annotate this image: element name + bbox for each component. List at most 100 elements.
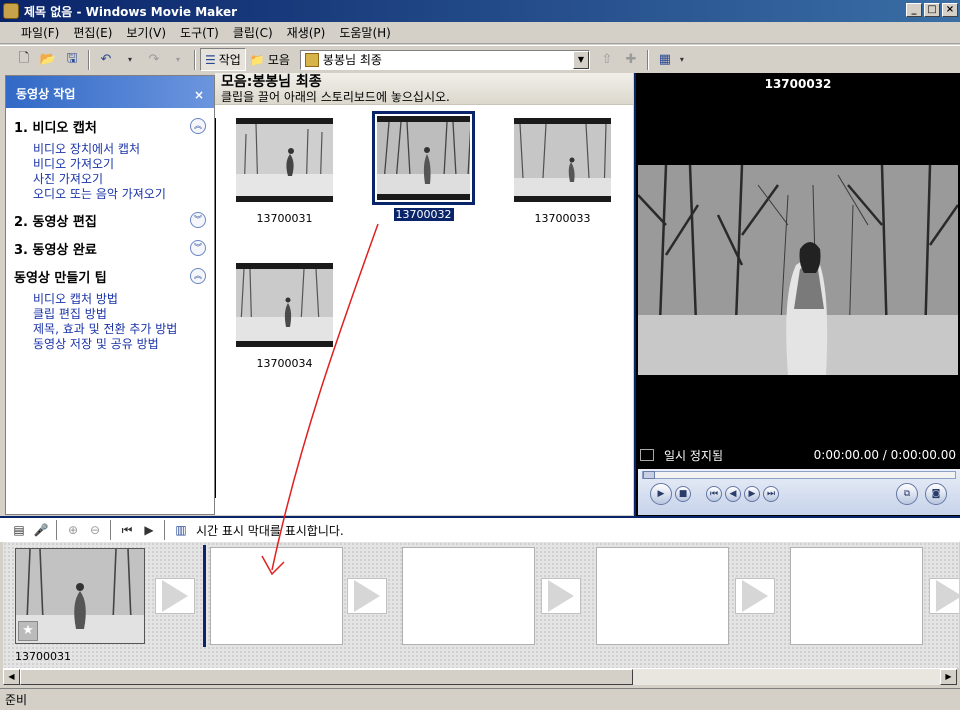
clip-item[interactable]: 13700034 xyxy=(236,263,333,370)
close-button[interactable]: × xyxy=(942,3,958,17)
task-link[interactable]: 클립 편집 방법 xyxy=(33,307,214,322)
stop-icon[interactable]: ■ xyxy=(675,486,691,502)
collection-select[interactable]: 봉봉님 최종 ▼ xyxy=(299,49,590,70)
fast-forward-icon[interactable]: ▶ xyxy=(744,486,760,502)
task-link[interactable]: 제목, 효과 및 전환 추가 방법 xyxy=(33,322,214,337)
empty-clip-slot[interactable] xyxy=(596,547,729,645)
collection-folder-icon xyxy=(304,52,319,67)
close-icon[interactable]: × xyxy=(194,88,204,102)
redo-icon[interactable]: ↷ xyxy=(145,51,163,69)
selection-frame xyxy=(372,111,475,205)
seek-bar[interactable] xyxy=(642,471,956,479)
collections-toggle-label: 모음 xyxy=(267,53,290,67)
chevron-down-icon[interactable]: ︾ xyxy=(190,240,206,256)
chevron-up-icon[interactable]: ︽ xyxy=(190,118,206,134)
scroll-right-icon[interactable]: ▶ xyxy=(940,669,957,685)
scroll-left-icon[interactable]: ◀ xyxy=(3,669,20,685)
toolbar-separator xyxy=(110,520,112,540)
redo-dropdown-icon[interactable]: ▾ xyxy=(169,51,187,69)
menu-file[interactable]: 파일(F) xyxy=(14,22,66,43)
task-section-capture[interactable]: 1. 비디오 캡처 ︽ xyxy=(6,112,214,140)
take-picture-icon[interactable]: ◙ xyxy=(925,483,947,505)
new-folder-icon[interactable]: ✚ xyxy=(622,51,640,69)
task-section-edit[interactable]: 2. 동영상 편집 ︾ xyxy=(6,206,214,234)
clip-item-selected[interactable]: 13700032 xyxy=(372,111,475,221)
task-link[interactable]: 비디오 캡처 방법 xyxy=(33,292,214,307)
save-project-icon[interactable]: 🖫 xyxy=(63,51,81,69)
transition-slot[interactable] xyxy=(541,578,581,614)
clip-item[interactable]: 13700033 xyxy=(514,118,611,225)
transition-slot[interactable] xyxy=(155,578,195,614)
collection-pane: 모음:봉봉님 최종 클립을 끌어 아래의 스토리보드에 놓으십시오. 13700… xyxy=(215,73,633,515)
toolbar-separator xyxy=(646,49,649,70)
clip-item[interactable]: 13700031 xyxy=(236,118,333,225)
collection-title: 모음:봉봉님 최종 xyxy=(221,74,322,90)
clip-thumbnail xyxy=(236,263,333,347)
views-dropdown-icon[interactable]: ▾ xyxy=(673,51,691,69)
insertion-cursor xyxy=(203,545,206,647)
task-link[interactable]: 사진 가져오기 xyxy=(33,172,214,187)
menu-clip[interactable]: 클립(C) xyxy=(226,22,280,43)
monitor-title: 13700032 xyxy=(764,77,832,91)
next-frame-icon[interactable]: ⏭ xyxy=(763,486,779,502)
menu-help[interactable]: 도움말(H) xyxy=(332,22,398,43)
preview-monitor: 13700032 일시 정지됨 0:00:00.00 / 0:00:00.00 … xyxy=(634,73,960,516)
zoom-in-icon[interactable]: ⊕ xyxy=(65,522,81,538)
minimize-button[interactable]: _ xyxy=(906,3,922,17)
zoom-out-icon[interactable]: ⊖ xyxy=(87,522,103,538)
undo-dropdown-icon[interactable]: ▾ xyxy=(121,51,139,69)
up-level-icon[interactable]: ⇧ xyxy=(598,51,616,69)
menu-bar: 파일(F) 편집(E) 보기(V) 도구(T) 클립(C) 재생(P) 도움말(… xyxy=(0,22,960,44)
maximize-button[interactable]: □ xyxy=(924,3,940,17)
toolbar-separator xyxy=(194,49,196,70)
task-link[interactable]: 오디오 또는 음악 가져오기 xyxy=(33,187,214,202)
effect-star-icon[interactable]: ★ xyxy=(18,621,38,641)
transition-slot[interactable] xyxy=(929,578,959,614)
rewind-storyboard-icon[interactable]: ⏮ xyxy=(119,522,135,538)
rewind-icon[interactable]: ◀ xyxy=(725,486,741,502)
chevron-up-icon[interactable]: ︽ xyxy=(190,268,206,284)
menu-tools[interactable]: 도구(T) xyxy=(173,22,226,43)
chevron-down-icon[interactable]: ▼ xyxy=(572,50,589,69)
empty-clip-slot[interactable] xyxy=(790,547,923,645)
transition-slot[interactable] xyxy=(735,578,775,614)
open-project-icon[interactable]: 📂 xyxy=(39,51,57,69)
views-icon[interactable]: ▦ xyxy=(656,51,674,69)
show-timeline-icon[interactable]: ▥ xyxy=(173,522,189,538)
chevron-down-icon[interactable]: ︾ xyxy=(190,212,206,228)
movie-tasks-pane: 동영상 작업 × 1. 비디오 캡처 ︽ 비디오 장치에서 캡처 비디오 가져오… xyxy=(5,75,215,515)
task-section-tips[interactable]: 동영상 만들기 팁 ︽ xyxy=(6,262,214,290)
scrollbar-thumb[interactable] xyxy=(20,669,633,685)
task-link[interactable]: 비디오 가져오기 xyxy=(33,157,214,172)
transition-slot[interactable] xyxy=(347,578,387,614)
task-links-tips: 비디오 캡처 방법 클립 편집 방법 제목, 효과 및 전환 추가 방법 동영상… xyxy=(6,290,214,356)
tasks-toggle-button[interactable]: ☰ 작업 xyxy=(200,48,246,71)
clip-thumbnail xyxy=(514,118,611,202)
new-project-icon[interactable]: 🗋 xyxy=(15,51,33,69)
task-links-capture: 비디오 장치에서 캡처 비디오 가져오기 사진 가져오기 오디오 또는 음악 가… xyxy=(6,140,214,206)
menu-play[interactable]: 재생(P) xyxy=(280,22,333,43)
empty-clip-slot[interactable] xyxy=(210,547,343,645)
task-section-finish[interactable]: 3. 동영상 완료 ︾ xyxy=(6,234,214,262)
narrate-icon[interactable]: ▤ xyxy=(11,522,27,538)
play-icon[interactable]: ▶ xyxy=(650,483,672,505)
collections-toggle-button[interactable]: 📁 모음 xyxy=(246,49,294,70)
task-section-label: 2. 동영상 편집 xyxy=(14,214,97,230)
show-timeline-button[interactable]: 시간 표시 막대를 표시합니다. xyxy=(196,522,344,539)
menu-view[interactable]: 보기(V) xyxy=(119,22,173,43)
split-clip-icon[interactable]: ⧉ xyxy=(896,483,918,505)
storyboard-scrollbar[interactable]: ◀ ▶ xyxy=(3,668,957,685)
task-link[interactable]: 동영상 저장 및 공유 방법 xyxy=(33,337,214,352)
seek-thumb[interactable] xyxy=(643,471,655,479)
previous-frame-icon[interactable]: ⏮ xyxy=(706,486,722,502)
set-audio-levels-icon[interactable]: 🎤 xyxy=(33,522,49,538)
movie-maker-app-icon[interactable] xyxy=(3,3,19,19)
task-link[interactable]: 비디오 장치에서 캡처 xyxy=(33,142,214,157)
task-section-label: 3. 동영상 완료 xyxy=(14,242,97,258)
play-storyboard-icon[interactable]: ▶ xyxy=(141,522,157,538)
empty-clip-slot[interactable] xyxy=(402,547,535,645)
playback-time: 0:00:00.00 / 0:00:00.00 xyxy=(813,448,956,462)
toolbar-separator xyxy=(88,49,90,70)
menu-edit[interactable]: 편집(E) xyxy=(66,22,119,43)
undo-icon[interactable]: ↶ xyxy=(97,51,115,69)
